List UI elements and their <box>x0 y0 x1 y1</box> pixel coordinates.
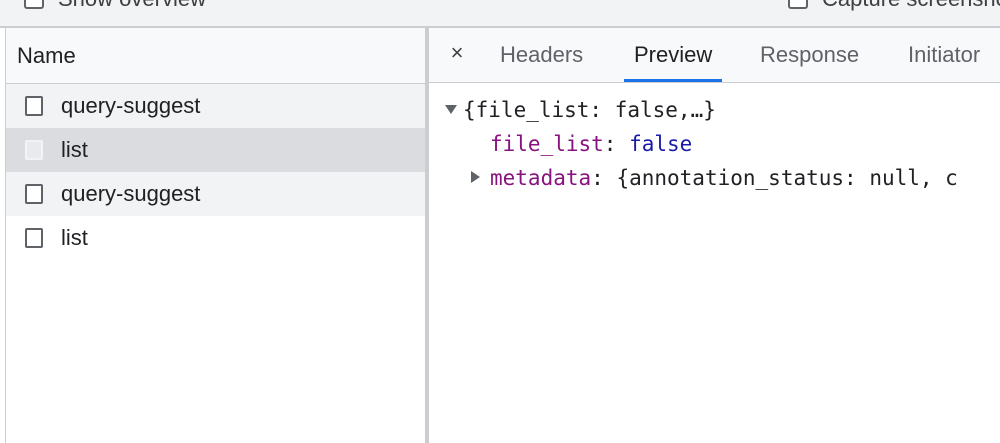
request-row[interactable]: list <box>6 216 425 260</box>
json-key: metadata <box>490 166 592 190</box>
request-name: list <box>61 137 88 162</box>
tab-preview[interactable]: Preview <box>623 28 723 82</box>
request-row-selected[interactable]: list <box>6 128 425 172</box>
tab-headers[interactable]: Headers <box>500 28 583 82</box>
json-key: file_list <box>490 132 604 156</box>
json-property-file-list: file_list: false <box>490 129 692 159</box>
name-column-label: Name <box>17 42 76 68</box>
request-name: list <box>61 225 88 250</box>
name-column-header[interactable]: Name <box>6 28 425 84</box>
request-list-panel: Name query-suggest list query-suggest li… <box>5 28 426 443</box>
expand-triangle-right-icon[interactable] <box>471 171 480 183</box>
json-value: {annotation_status: null, c <box>616 166 958 190</box>
document-icon <box>25 184 43 204</box>
json-property-metadata[interactable]: metadata: {annotation_status: null, c <box>471 163 958 193</box>
network-options-bar: Show overview Capture screenshots <box>0 0 1000 28</box>
capture-screenshots-option[interactable]: Capture screenshots <box>788 0 1000 12</box>
document-icon <box>25 96 43 116</box>
details-tab-bar: × Headers Preview Response Initiator <box>429 28 1000 83</box>
document-icon <box>25 228 43 248</box>
request-name: query-suggest <box>61 181 201 206</box>
json-value: false <box>629 132 693 156</box>
show-overview-checkbox[interactable] <box>24 0 44 9</box>
request-name: query-suggest <box>61 93 201 118</box>
json-separator: : <box>603 132 630 156</box>
tab-initiator[interactable]: Initiator <box>908 28 980 82</box>
show-overview-option[interactable]: Show overview <box>24 0 206 12</box>
show-overview-label: Show overview <box>58 0 206 12</box>
tab-response[interactable]: Response <box>760 28 859 82</box>
capture-screenshots-checkbox[interactable] <box>788 0 808 9</box>
request-row[interactable]: query-suggest <box>6 172 425 216</box>
request-details-panel: × Headers Preview Response Initiator {fi… <box>429 28 1000 443</box>
capture-screenshots-label: Capture screenshots <box>822 0 1000 12</box>
document-icon <box>25 140 43 160</box>
json-root-summary: {file_list: false,…} <box>463 98 716 122</box>
json-preview: {file_list: false,…} file_list: false me… <box>429 83 1000 443</box>
request-row[interactable]: query-suggest <box>6 84 425 128</box>
expand-triangle-down-icon[interactable] <box>445 104 457 114</box>
json-root-node[interactable]: {file_list: false,…} <box>445 95 716 125</box>
close-icon[interactable]: × <box>445 38 469 68</box>
json-separator: : <box>591 166 617 190</box>
